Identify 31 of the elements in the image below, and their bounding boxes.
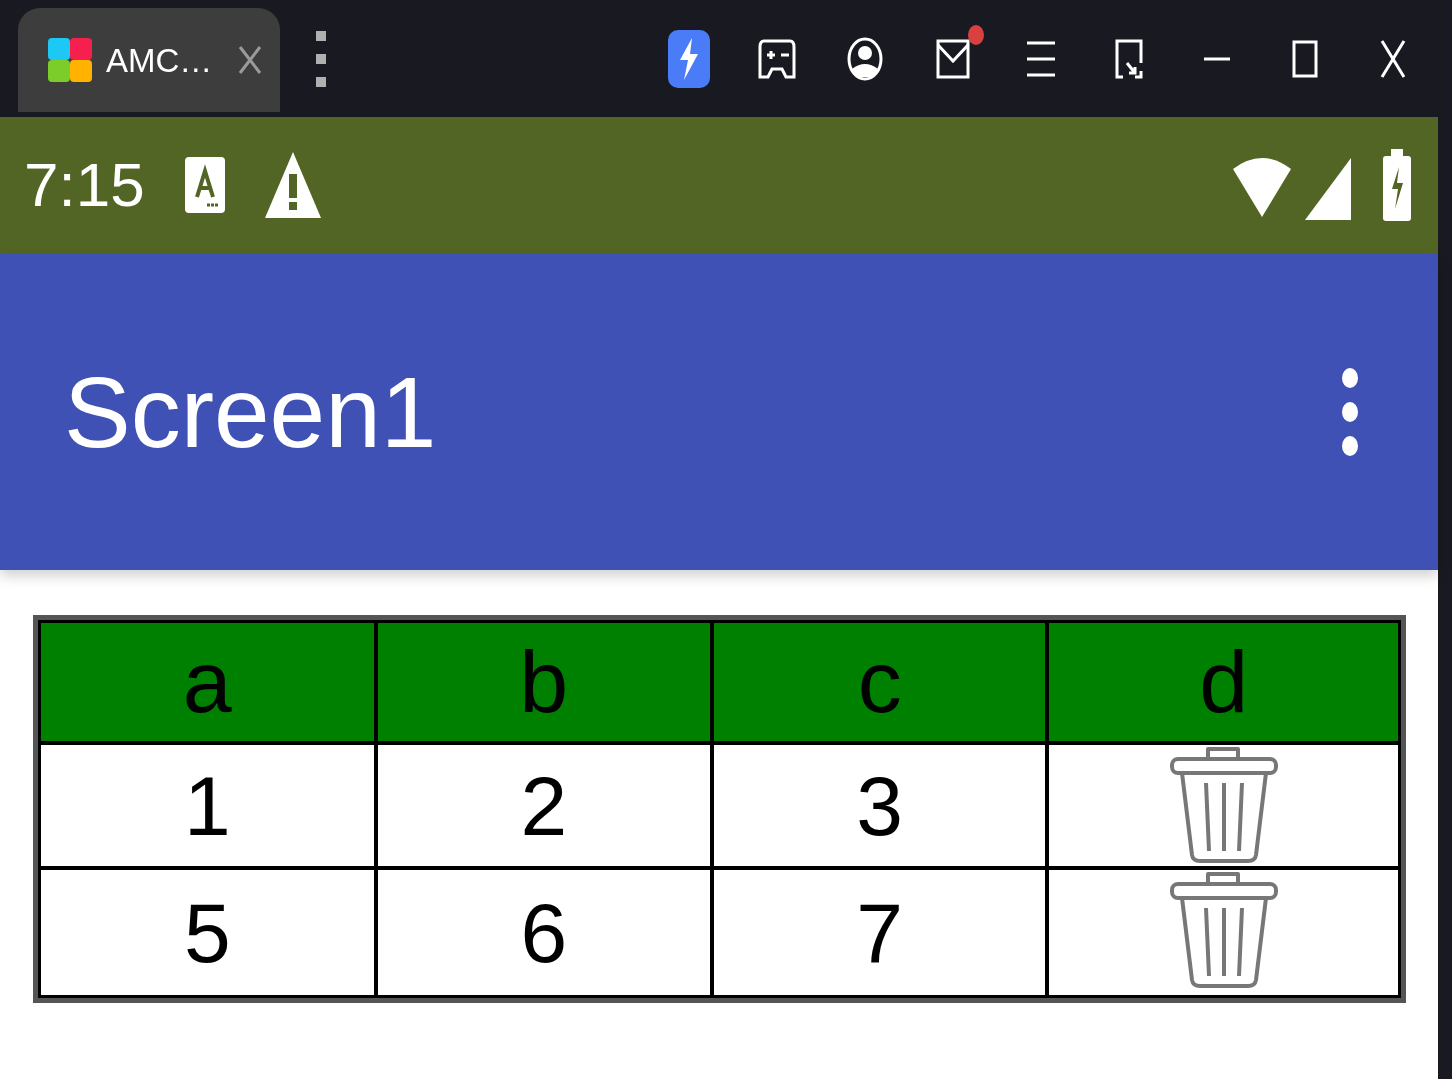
- column-header: b: [377, 623, 715, 745]
- frame-arrow-icon[interactable]: [1115, 38, 1143, 79]
- gamepad-icon[interactable]: [758, 38, 796, 79]
- column-header: d: [1049, 623, 1398, 745]
- column-header: a: [41, 623, 378, 745]
- kebab-menu-icon[interactable]: [1342, 367, 1358, 456]
- browser-tab[interactable]: AMC…: [18, 8, 280, 112]
- table-cell: 5: [41, 870, 378, 995]
- lightning-icon[interactable]: [668, 29, 710, 88]
- battery-charging-icon: [1383, 149, 1411, 221]
- kebab-menu-icon[interactable]: [316, 30, 326, 87]
- a-card-icon: [184, 157, 225, 213]
- table-cell: 3: [714, 745, 1050, 870]
- table-cell: 2: [377, 745, 715, 870]
- status-time: 7:15: [24, 154, 145, 216]
- trash-icon[interactable]: [1169, 747, 1278, 863]
- tab-title: AMC…: [106, 43, 213, 77]
- column-header: c: [714, 623, 1050, 745]
- person-icon[interactable]: [847, 36, 883, 81]
- warning-icon: [264, 152, 321, 218]
- app-bar-title: Screen1: [64, 361, 437, 462]
- mail-icon[interactable]: [936, 38, 970, 79]
- trash-icon[interactable]: [1169, 872, 1278, 988]
- signal-icon: [1305, 158, 1351, 220]
- menu-icon[interactable]: [1027, 40, 1055, 77]
- table-cell: 7: [714, 870, 1050, 995]
- table-cell: 1: [41, 745, 378, 870]
- minimize-icon[interactable]: [1204, 56, 1230, 61]
- table-cell: 6: [377, 870, 715, 995]
- four-tiles-app-icon: [48, 38, 92, 82]
- maximize-icon[interactable]: [1292, 39, 1318, 78]
